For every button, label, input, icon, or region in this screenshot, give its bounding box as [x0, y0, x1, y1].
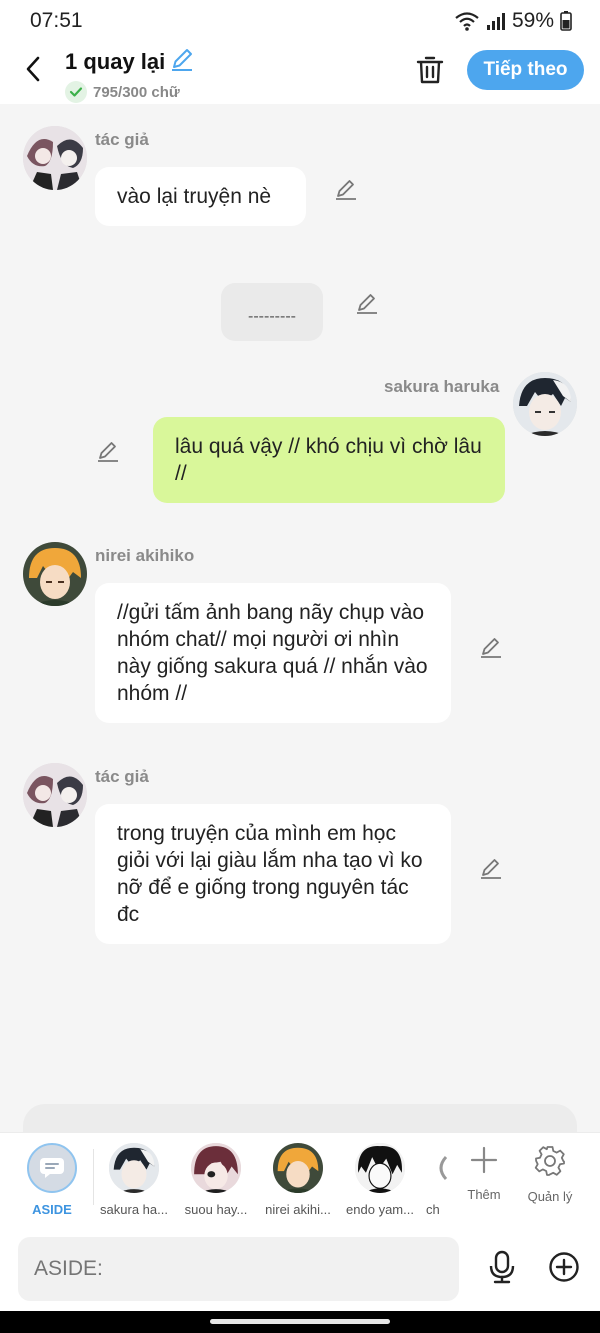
message-bubble[interactable]: lâu quá vậy // khó chịu vì chờ lâu //: [153, 417, 505, 503]
edit-title-icon[interactable]: [169, 46, 195, 77]
message-author: sakura haruka: [384, 377, 500, 396]
manage-button[interactable]: Quản lý: [520, 1145, 580, 1204]
character-label: ch: [426, 1202, 440, 1217]
next-button[interactable]: Tiếp theo: [467, 50, 584, 90]
back-arrow-icon: [26, 56, 40, 82]
add-character-button[interactable]: Thêm: [454, 1145, 514, 1202]
character-label: nirei akihi...: [265, 1202, 331, 1217]
home-indicator[interactable]: [210, 1319, 390, 1324]
character-endo[interactable]: endo yam...: [340, 1143, 420, 1217]
delete-button[interactable]: [414, 54, 446, 86]
avatar: [109, 1143, 159, 1193]
message-bubble[interactable]: trong truyện của mình em học giỏi với lạ…: [95, 804, 451, 944]
composer-bar: [0, 1227, 600, 1311]
title-area: 1 quay lại 795/300 chữ: [65, 46, 195, 103]
avatar: [434, 1143, 448, 1193]
character-label: endo yam...: [346, 1202, 414, 1217]
top-bar: 1 quay lại 795/300 chữ Tiếp theo: [0, 42, 600, 104]
avatar: [191, 1143, 241, 1193]
character-nirei[interactable]: nirei akihi...: [258, 1143, 338, 1217]
character-bar: ASIDE sakura ha... suou hay... nirei aki…: [0, 1132, 600, 1227]
microphone-icon: [489, 1250, 515, 1284]
message-author: tác giả: [95, 767, 149, 786]
gear-icon: [534, 1146, 565, 1176]
character-label: ASIDE: [32, 1202, 72, 1217]
chat-area[interactable]: tác giả vào lại truyện nè --------- saku…: [0, 104, 600, 1132]
manage-label: Quản lý: [527, 1189, 573, 1204]
character-aside[interactable]: ASIDE: [12, 1143, 92, 1217]
avatar: [355, 1143, 405, 1193]
character-partial[interactable]: ch: [418, 1143, 448, 1217]
narration-bubble[interactable]: ---------: [221, 283, 323, 341]
plus-icon: [470, 1146, 498, 1174]
attach-button[interactable]: [548, 1251, 580, 1283]
avatar-nirei-akihiko[interactable]: [23, 542, 87, 606]
edit-message-icon[interactable]: [333, 176, 359, 202]
avatar-tac-gia[interactable]: [23, 763, 87, 827]
battery-percent: 59%: [511, 9, 554, 32]
message-input[interactable]: [18, 1237, 459, 1301]
check-icon: [65, 81, 87, 103]
word-count: 795/300 chữ: [93, 83, 180, 101]
voice-button[interactable]: [486, 1249, 518, 1285]
edit-message-icon[interactable]: [478, 634, 504, 660]
partial-panel: [23, 1104, 577, 1132]
character-label: suou hay...: [184, 1202, 248, 1217]
character-suou[interactable]: suou hay...: [176, 1143, 256, 1217]
page-title: 1 quay lại: [65, 48, 166, 74]
plus-circle-icon: [549, 1252, 579, 1282]
edit-message-icon[interactable]: [354, 290, 380, 316]
battery-icon: [560, 11, 572, 31]
trash-icon: [416, 56, 444, 84]
system-nav-bar: [0, 1311, 600, 1333]
chat-bubble-icon: [27, 1143, 77, 1193]
avatar: [273, 1143, 323, 1193]
status-indicators: 59%: [454, 9, 572, 33]
message-author: tác giả: [95, 130, 149, 149]
add-label: Thêm: [467, 1187, 501, 1202]
status-bar: 07:51 59%: [0, 0, 600, 42]
message-author: nirei akihiko: [95, 546, 195, 565]
avatar-tac-gia[interactable]: [23, 126, 87, 190]
message-bubble[interactable]: //gửi tấm ảnh bang nãy chụp vào nhóm cha…: [95, 583, 451, 723]
edit-message-icon[interactable]: [95, 438, 121, 464]
signal-icon: [486, 12, 506, 30]
message-bubble[interactable]: vào lại truyện nè: [95, 167, 306, 226]
status-time: 07:51: [30, 9, 83, 32]
wifi-icon: [454, 11, 480, 31]
character-sakura[interactable]: sakura ha...: [94, 1143, 174, 1217]
avatar-sakura-haruka[interactable]: [513, 372, 577, 436]
edit-message-icon[interactable]: [478, 855, 504, 881]
back-button[interactable]: [18, 54, 48, 84]
character-label: sakura ha...: [100, 1202, 168, 1217]
